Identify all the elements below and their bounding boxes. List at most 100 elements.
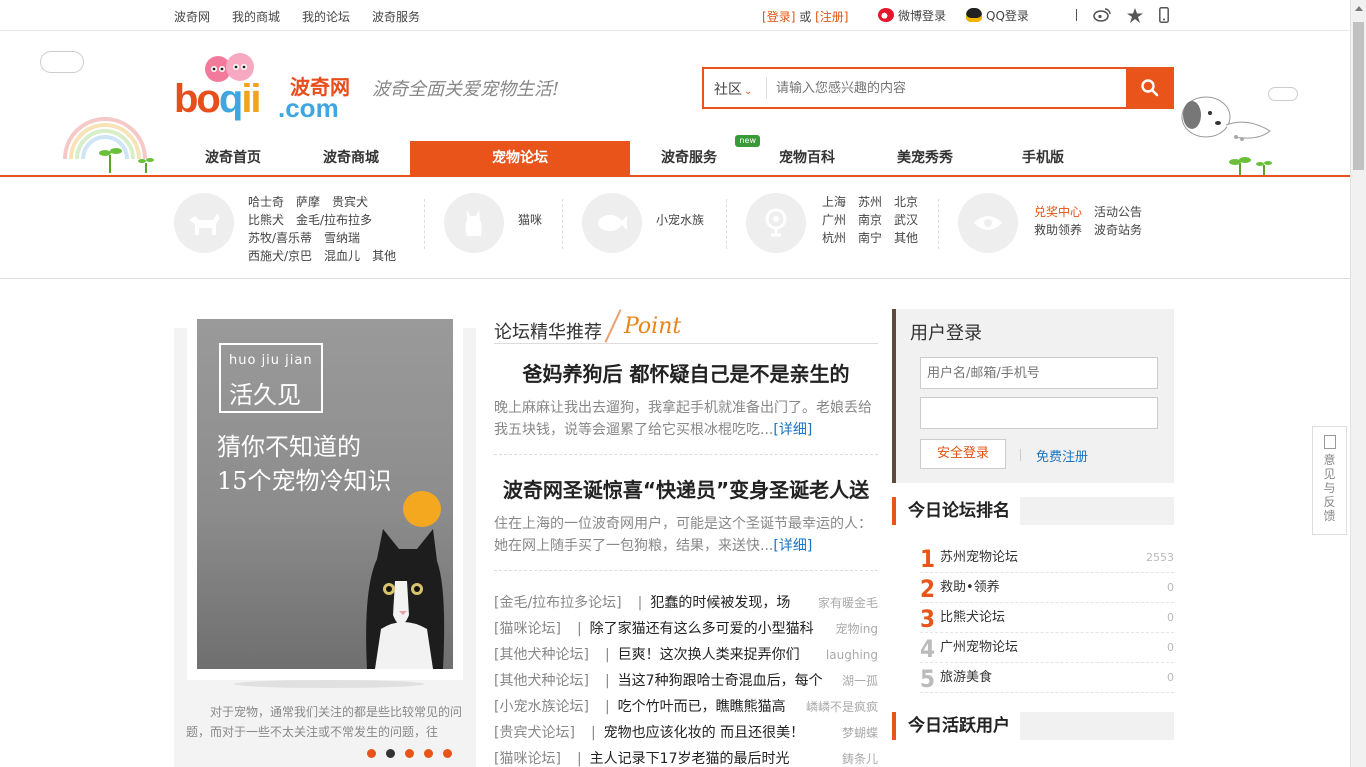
promo-frame: huo jiu jian 活久见 猜你不知道的 15个宠物冷知识 — [187, 319, 463, 680]
mobile-icon[interactable] — [1159, 7, 1169, 23]
announcement-link[interactable]: 活动公告 — [1094, 203, 1142, 221]
forum-name-link[interactable]: [其他犬种论坛] — [494, 647, 589, 663]
promo-image[interactable]: huo jiu jian 活久见 猜你不知道的 15个宠物冷知识 — [197, 319, 453, 669]
post-author[interactable]: 鋳条儿 — [839, 746, 878, 767]
post-title-link[interactable]: 当这7种狗跟哈士奇混血后，每个 — [618, 673, 823, 689]
forum-link[interactable]: 萨摩 — [296, 193, 320, 211]
post-title-link[interactable]: 宠物也应该化妆的 而且还很美！ — [604, 725, 804, 741]
scrollbar[interactable] — [1350, 0, 1366, 767]
detail-link[interactable]: [详细] — [773, 538, 812, 554]
search-scope-select[interactable]: 社区 ⌄ — [714, 79, 752, 99]
forum-name-link[interactable]: [金毛/拉布拉多论坛] — [494, 595, 622, 611]
forum-link[interactable]: 广州 — [822, 211, 846, 229]
forum-link[interactable]: 金毛/拉布拉多 — [296, 211, 372, 229]
forum-link[interactable]: 其他 — [372, 247, 396, 265]
detail-link[interactable]: [详细] — [773, 422, 812, 438]
post-title-link[interactable]: 巨爽！这次换人类来捉弄你们 — [618, 647, 800, 663]
logo[interactable]: boqii 波奇网 .com — [174, 51, 364, 123]
carousel-dots — [367, 749, 452, 758]
forum-link[interactable]: 雪纳瑞 — [324, 229, 360, 247]
forum-link[interactable]: 武汉 — [894, 211, 918, 229]
forum-categories: 哈士奇 萨摩 贵宾犬 比熊犬 金毛/拉布拉多 苏牧/喜乐蒂 雪纳瑞 西施犬/京巴 混血儿其… — [0, 177, 1350, 279]
secure-login-button[interactable]: 安全登录 — [920, 439, 1006, 469]
forum-name-link[interactable]: [猫咪论坛] — [494, 751, 561, 767]
forum-link[interactable]: 哈士奇 — [248, 193, 284, 211]
nav-encyclopedia[interactable]: 宠物百科 — [748, 141, 866, 175]
forum-link-cat[interactable]: 猫咪 — [518, 211, 542, 229]
weibo-login-link[interactable]: 微博登录 — [878, 7, 946, 24]
forum-link[interactable]: 比熊犬 — [248, 211, 284, 229]
forum-name-link[interactable]: [其他犬种论坛] — [494, 673, 589, 689]
prize-center-link[interactable]: 兑奖中心 — [1034, 203, 1082, 221]
free-register-link[interactable]: 免费注册 — [1036, 446, 1088, 465]
article-title[interactable]: 爸妈养狗后 都怀疑自己是不是亲生的 — [494, 358, 878, 387]
adoption-link[interactable]: 救助领养 — [1034, 221, 1082, 239]
forum-link[interactable]: 上海 — [822, 193, 846, 211]
rank-forum-name: 救助•领养 — [940, 580, 1000, 595]
register-link[interactable]: 注册 — [820, 10, 844, 24]
post-author[interactable]: 家有暖金毛 — [815, 590, 878, 616]
nav-home[interactable]: 波奇首页 — [174, 141, 292, 175]
post-title-link[interactable]: 除了家猫还有这么多可爱的小型猫科 — [590, 621, 814, 637]
forum-link[interactable]: 其他 — [894, 229, 918, 247]
carousel-dot-active[interactable] — [386, 749, 395, 758]
weibo-follow-icon[interactable] — [1093, 8, 1111, 22]
post-author[interactable]: 嶙嶙不是疯疯 — [803, 694, 878, 720]
feedback-button[interactable]: 意见与反馈 — [1312, 426, 1347, 535]
forum-link[interactable]: 南宁 — [858, 229, 882, 247]
nav-mobile[interactable]: 手机版 — [984, 141, 1102, 175]
search-input[interactable] — [776, 75, 1116, 101]
list-item: [小宠水族论坛] | 吃个竹叶而已，瞧瞧熊猫高 嶙嶙不是疯疯 — [494, 694, 878, 720]
post-title-link[interactable]: 主人记录下17岁老猫的最后时光 — [590, 751, 790, 767]
carousel-dot[interactable] — [405, 749, 414, 758]
post-author[interactable]: 湖一孤 — [839, 668, 878, 694]
star-icon[interactable] — [1127, 7, 1143, 23]
carousel-dot[interactable] — [443, 749, 452, 758]
qq-login-link[interactable]: QQ登录 — [966, 7, 1029, 24]
forum-link[interactable]: 北京 — [894, 193, 918, 211]
top-link-boqii-service[interactable]: 波奇服务 — [372, 8, 420, 25]
post-author[interactable]: 梦蝴蝶 — [839, 720, 878, 746]
forum-link[interactable]: 贵宾犬 — [332, 193, 368, 211]
article-title[interactable]: 波奇网圣诞惊喜“快递员”变身圣诞老人送 — [494, 474, 878, 503]
nav-forum[interactable]: 宠物论坛 — [410, 141, 630, 175]
scroll-up-arrow-icon[interactable] — [1355, 6, 1363, 11]
forum-name-link[interactable]: [猫咪论坛] — [494, 621, 561, 637]
post-title-link[interactable]: 犯蠢的时候被发现，场 — [650, 595, 790, 611]
login-panel: 用户登录 安全登录 免费注册 — [892, 309, 1174, 483]
ranking-row[interactable]: 1 苏州宠物论坛 2553 — [920, 543, 1174, 573]
forum-name-link[interactable]: [贵宾犬论坛] — [494, 725, 575, 741]
top-link-boqii[interactable]: 波奇网 — [174, 8, 210, 25]
list-item: [金毛/拉布拉多论坛] | 犯蠢的时候被发现，场 家有暖金毛 — [494, 590, 878, 616]
forum-link[interactable]: 苏州 — [858, 193, 882, 211]
forum-link-small-pets[interactable]: 小宠水族 — [656, 211, 704, 229]
carousel-dot[interactable] — [424, 749, 433, 758]
site-affairs-link[interactable]: 波奇站务 — [1094, 221, 1142, 239]
forum-link[interactable]: 混血儿 — [324, 247, 360, 265]
carousel-dot[interactable] — [367, 749, 376, 758]
password-field[interactable] — [920, 397, 1158, 429]
nav-service[interactable]: 波奇服务 new — [630, 135, 760, 175]
forum-link[interactable]: 南京 — [858, 211, 882, 229]
ranking-row[interactable]: 4 广州宠物论坛 0 — [920, 633, 1174, 663]
forum-link[interactable]: 苏牧/喜乐蒂 — [248, 229, 312, 247]
post-author[interactable]: 宠物ing — [833, 616, 878, 642]
ranking-row[interactable]: 5 旅游美食 0 — [920, 663, 1174, 693]
search-button[interactable] — [1126, 67, 1174, 109]
scrollbar-thumb[interactable] — [1353, 22, 1364, 170]
post-author[interactable]: laughing — [823, 642, 878, 668]
ranking-row[interactable]: 2 救助•领养 0 — [920, 573, 1174, 603]
forum-link[interactable]: 杭州 — [822, 229, 846, 247]
post-title-link[interactable]: 吃个竹叶而已，瞧瞧熊猫高 — [618, 699, 786, 715]
top-link-my-mall[interactable]: 我的商城 — [232, 8, 280, 25]
forum-name-link[interactable]: [小宠水族论坛] — [494, 699, 589, 715]
nav-pet-show[interactable]: 美宠秀秀 — [866, 141, 984, 175]
nav-mall[interactable]: 波奇商城 — [292, 141, 410, 175]
username-field[interactable] — [920, 357, 1158, 389]
top-link-my-forum[interactable]: 我的论坛 — [302, 8, 350, 25]
forum-link[interactable]: 西施犬/京巴 — [248, 247, 312, 265]
bracket: ] — [843, 10, 849, 24]
login-link[interactable]: 登录 — [767, 10, 791, 24]
bracket: ] — [790, 10, 796, 24]
ranking-row[interactable]: 3 比熊犬论坛 0 — [920, 603, 1174, 633]
